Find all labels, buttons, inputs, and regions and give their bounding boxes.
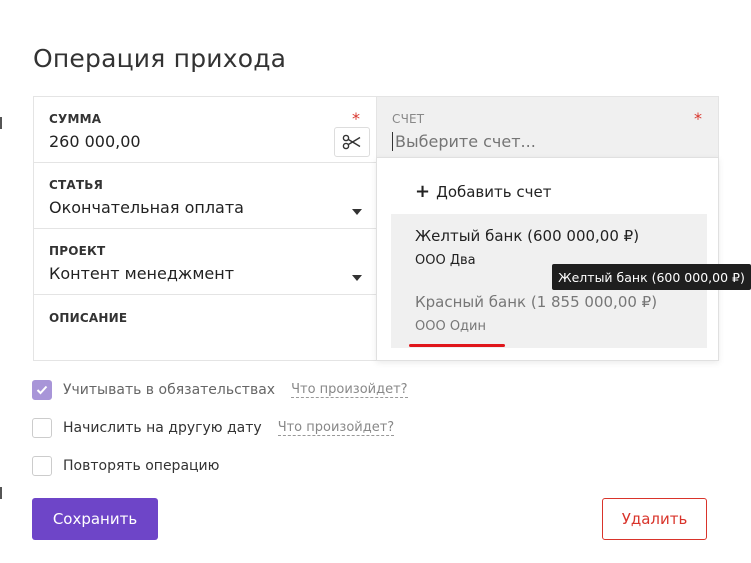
tooltip: Желтый банк (600 000,00 ₽) xyxy=(552,264,751,290)
underline-annotation xyxy=(409,344,505,347)
what-happens-link[interactable]: Что произойдет? xyxy=(277,420,395,436)
save-button[interactable]: Сохранить xyxy=(32,498,158,540)
account-field[interactable]: СЧЕТ * xyxy=(376,96,719,163)
window-edge-mark xyxy=(0,487,2,499)
checkbox-label: Учитывать в обязательствах xyxy=(63,382,276,398)
description-field[interactable]: ОПИСАНИЕ xyxy=(33,294,377,361)
required-marker: * xyxy=(694,109,702,128)
account-option[interactable]: Красный банк (1 855 000,00 ₽) ООО Один xyxy=(415,293,657,334)
amount-label: СУММА xyxy=(49,112,102,126)
caret-down-icon[interactable] xyxy=(352,209,362,215)
page-title: Операция прихода xyxy=(33,44,287,73)
account-search-input[interactable] xyxy=(392,132,695,151)
account-option[interactable]: Желтый банк (600 000,00 ₽) ООО Два xyxy=(415,227,639,268)
category-select[interactable]: СТАТЬЯ Окончательная оплата xyxy=(33,162,377,229)
project-label: ПРОЕКТ xyxy=(49,244,106,258)
checkbox-other-date[interactable] xyxy=(32,418,52,438)
checkmark-icon xyxy=(36,385,48,395)
delete-button[interactable]: Удалить xyxy=(602,498,707,540)
description-label: ОПИСАНИЕ xyxy=(49,311,128,325)
caret-down-icon[interactable] xyxy=(352,275,362,281)
checkbox-label: Повторять операцию xyxy=(63,458,220,474)
split-amount-button[interactable] xyxy=(334,127,370,157)
plus-icon: + xyxy=(415,181,431,202)
checkbox-label: Начислить на другую дату xyxy=(63,420,262,436)
checkbox-row-liabilities[interactable]: Учитывать в обязательствах Что произойде… xyxy=(32,380,408,400)
category-label: СТАТЬЯ xyxy=(49,178,104,192)
account-label: СЧЕТ xyxy=(392,112,425,126)
checkbox-repeat[interactable] xyxy=(32,456,52,476)
scissors-icon xyxy=(342,134,361,150)
account-option-name: Желтый банк (600 000,00 ₽) xyxy=(415,227,640,245)
category-value: Окончательная оплата xyxy=(49,198,244,217)
account-dropdown: + Добавить счет Желтый банк (600 000,00 … xyxy=(376,157,719,361)
add-account-label: Добавить счет xyxy=(436,183,552,201)
project-value: Контент менеджмент xyxy=(49,264,235,283)
checkbox-row-other-date[interactable]: Начислить на другую дату Что произойдет? xyxy=(32,418,395,438)
account-option-company: ООО Один xyxy=(415,319,486,334)
checkbox-liabilities[interactable] xyxy=(32,380,52,400)
what-happens-link[interactable]: Что произойдет? xyxy=(291,382,408,398)
amount-field[interactable]: СУММА * 260 000,00 xyxy=(33,96,377,163)
add-account-button[interactable]: + Добавить счет xyxy=(415,181,552,202)
amount-value[interactable]: 260 000,00 xyxy=(49,132,141,151)
project-select[interactable]: ПРОЕКТ Контент менеджмент xyxy=(33,228,377,295)
checkbox-row-repeat[interactable]: Повторять операцию xyxy=(32,456,219,476)
account-option-name: Красный банк (1 855 000,00 ₽) xyxy=(415,293,658,311)
required-marker: * xyxy=(352,109,360,128)
window-edge-mark xyxy=(0,117,2,129)
